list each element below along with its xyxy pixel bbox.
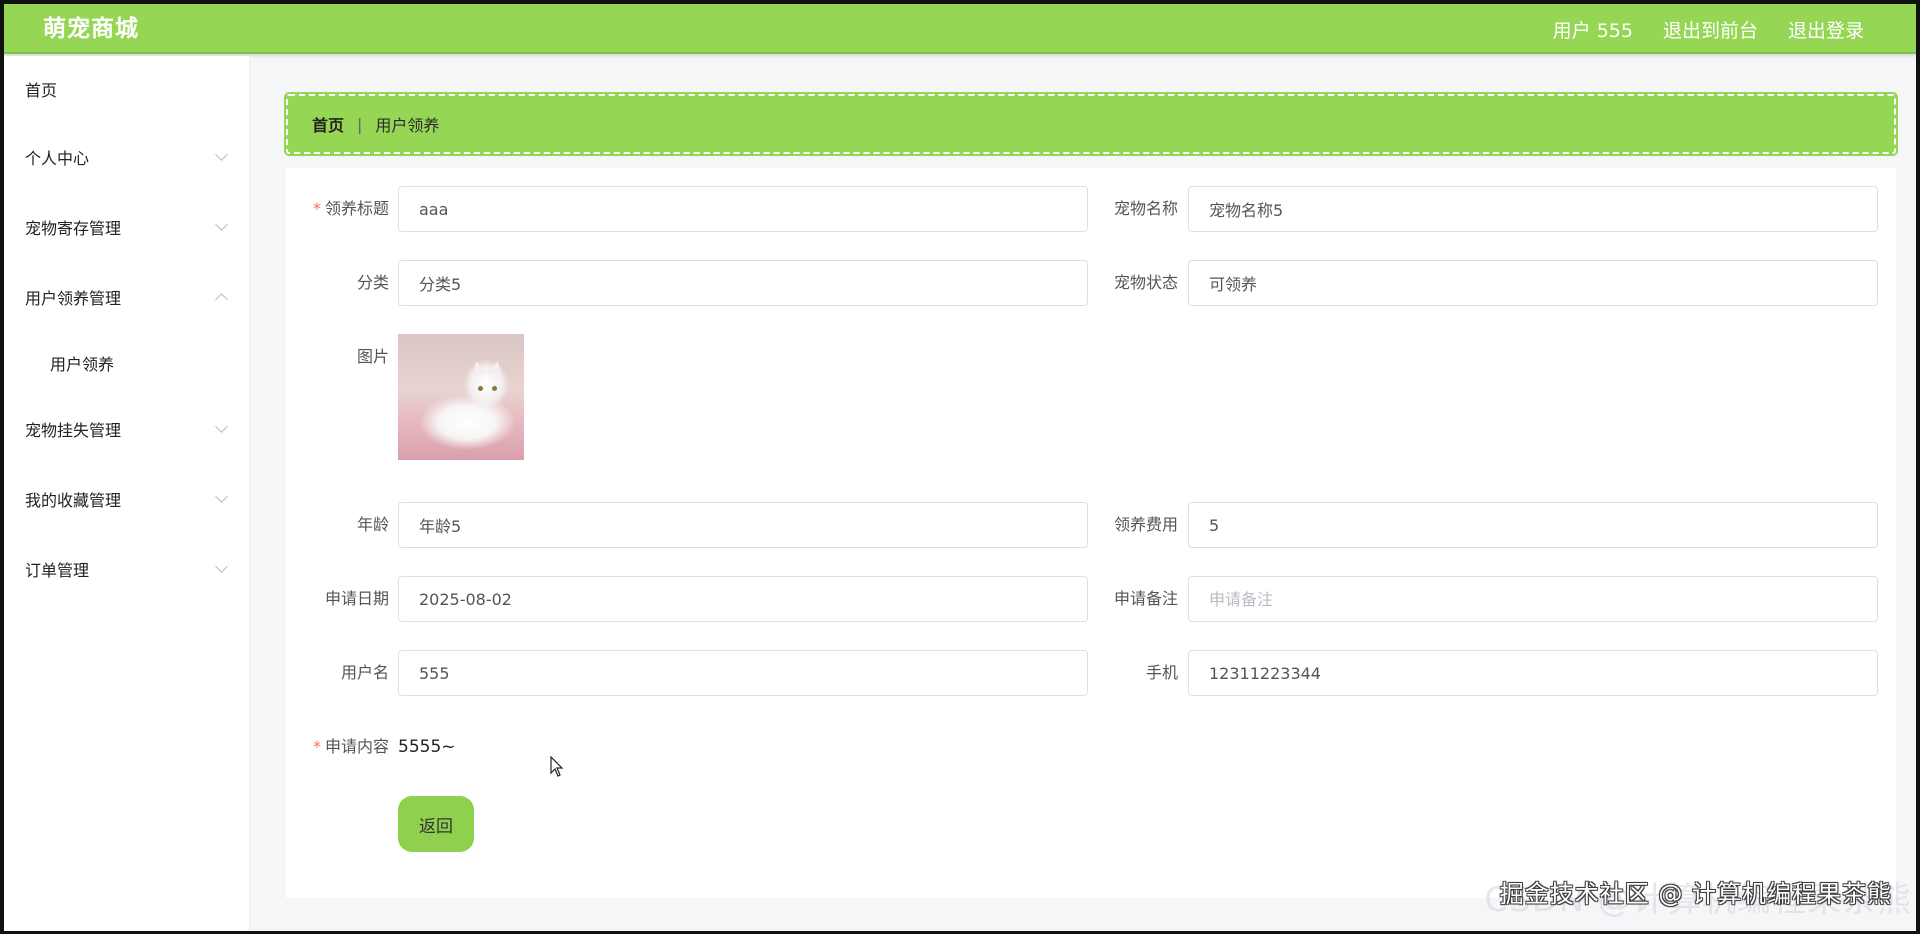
form-row: * 申请内容 5555~ [286,724,1896,770]
fee-label: 领养费用 [1113,515,1178,534]
sidebar-item-personal-center[interactable]: 个人中心 [4,122,249,192]
date-label: 申请日期 [324,589,389,608]
header-links: 用户 555 退出到前台 退出登录 [1553,4,1864,54]
pet-name-label: 宠物名称 [1113,199,1178,218]
username-field[interactable] [398,650,1088,696]
form-row: 图片 [286,334,1896,460]
category-field[interactable] [398,260,1088,306]
sidebar-item-orders[interactable]: 订单管理 [4,534,249,604]
sidebar-item-label: 订单管理 [25,561,90,580]
breadcrumb-separator: | [357,114,363,134]
app-window: 萌宠商城 用户 555 退出到前台 退出登录 首页 个人中心 宠物寄存管理 用户… [0,0,1920,934]
sidebar-item-label: 个人中心 [25,149,90,168]
back-button[interactable]: 返回 [398,796,474,852]
chevron-down-icon [215,218,228,231]
sidebar-item-label: 用户领养 [50,355,115,374]
watermark: 掘金技术社区 @ 计算机编程果茶熊 [1499,880,1892,908]
age-label: 年龄 [356,515,389,534]
sidebar-item-pet-boarding[interactable]: 宠物寄存管理 [4,192,249,262]
pet-name-field[interactable] [1188,186,1878,232]
adoption-form: *领养标题 宠物名称 分类 宠物状态 图片 [286,168,1896,898]
breadcrumb-home[interactable]: 首页 [312,112,344,136]
remark-label: 申请备注 [1113,589,1178,608]
title-label-text: 领养标题 [324,199,389,218]
pet-photo[interactable] [398,334,524,460]
cat-eye [492,386,497,391]
sidebar-item-lost-pets[interactable]: 宠物挂失管理 [4,394,249,464]
sidebar-item-label: 用户领养管理 [25,289,122,308]
cat-ear [486,359,506,377]
chevron-down-icon [215,560,228,573]
phone-field[interactable] [1188,650,1878,696]
user-label[interactable]: 用户 555 [1553,16,1633,43]
status-label: 宠物状态 [1113,273,1178,292]
phone-label: 手机 [1145,663,1178,682]
category-label: 分类 [356,273,389,292]
chevron-down-icon [215,420,228,433]
sidebar-item-label: 我的收藏管理 [25,491,122,510]
sidebar-item-label: 宠物寄存管理 [25,219,122,238]
content-value: 5555~ [398,737,456,757]
cat-ear [468,359,488,377]
breadcrumb: 首页 | 用户领养 [284,92,1898,156]
status-field[interactable] [1188,260,1878,306]
title-field[interactable] [398,186,1088,232]
remark-field[interactable] [1188,576,1878,622]
required-mark: * [312,199,321,218]
age-field[interactable] [398,502,1088,548]
form-row: 用户名 手机 [286,650,1896,696]
form-row: 分类 宠物状态 [286,260,1896,306]
chevron-down-icon [215,148,228,161]
form-row: *领养标题 宠物名称 [286,186,1896,232]
sidebar: 首页 个人中心 宠物寄存管理 用户领养管理 用户领养 宠物挂失管理 我的收藏管理… [4,56,250,931]
form-row: 申请日期 申请备注 [286,576,1896,622]
date-field[interactable] [398,576,1088,622]
main-content: 首页 | 用户领养 *领养标题 宠物名称 分类 宠物状态 图片 [251,56,1916,931]
fee-field[interactable] [1188,502,1878,548]
chevron-up-icon [215,293,228,306]
title-label: * 领养标题 [289,186,389,232]
logout-link[interactable]: 退出登录 [1788,16,1864,43]
sidebar-item-label: 首页 [25,81,58,100]
exit-to-front-link[interactable]: 退出到前台 [1663,16,1758,43]
sidebar-item-home[interactable]: 首页 [4,56,249,122]
sidebar-item-adoption-management[interactable]: 用户领养管理 [4,262,249,332]
content-label: * 申请内容 [289,724,389,770]
brand-title: 萌宠商城 [43,16,139,42]
content-label-text: 申请内容 [324,737,389,756]
image-label: 图片 [356,347,389,366]
required-mark: * [312,737,321,756]
chevron-down-icon [215,490,228,503]
breadcrumb-current: 用户领养 [375,116,440,135]
username-label: 用户名 [340,663,389,682]
cat-eye [478,386,483,391]
form-row: 年龄 领养费用 [286,502,1896,548]
sidebar-item-user-adoption[interactable]: 用户领养 [4,332,249,394]
sidebar-item-label: 宠物挂失管理 [25,421,122,440]
top-header: 萌宠商城 用户 555 退出到前台 退出登录 [4,4,1916,54]
sidebar-item-favorites[interactable]: 我的收藏管理 [4,464,249,534]
